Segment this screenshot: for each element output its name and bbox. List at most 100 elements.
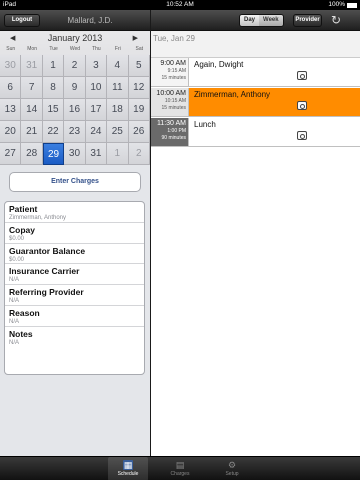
calendar-day[interactable]: 21 xyxy=(21,121,43,143)
calendar-day[interactable]: 4 xyxy=(107,55,129,77)
calendar-day[interactable]: 26 xyxy=(128,121,150,143)
info-row-referring-provider[interactable]: Referring Provider N/A xyxy=(5,285,144,306)
appointment-row-selected[interactable]: 10:00 AM 10:15 AM 15 minutes Zimmerman, … xyxy=(151,88,360,117)
clock: 10:52 AM xyxy=(166,1,194,8)
calendar-day[interactable]: 10 xyxy=(85,77,108,99)
calendar-day[interactable]: 23 xyxy=(64,121,86,143)
calendar-day[interactable]: 7 xyxy=(21,77,43,99)
calculator-icon: ▤ xyxy=(175,460,185,470)
enter-charges-button[interactable]: Enter Charges xyxy=(9,172,141,192)
calendar-day[interactable]: 1 xyxy=(42,55,65,77)
appointment-row[interactable]: 9:00 AM 9:15 AM 15 minutes Again, Dwight xyxy=(151,58,360,87)
camera-icon[interactable] xyxy=(297,101,307,110)
calendar-month-label: January 2013 xyxy=(47,33,103,43)
calendar-day[interactable]: 13 xyxy=(0,99,22,121)
info-row-notes[interactable]: Notes N/A xyxy=(5,327,144,348)
info-value: N/A xyxy=(9,298,20,304)
calendar-day[interactable]: 14 xyxy=(21,99,43,121)
calendar-day[interactable]: 20 xyxy=(0,121,22,143)
battery-percent: 100% xyxy=(328,1,345,8)
info-row-copay[interactable]: Copay $0.00 xyxy=(5,223,144,244)
calendar-day[interactable]: 8 xyxy=(42,77,65,99)
calendar-day[interactable]: 15 xyxy=(42,99,65,121)
info-label: Patient xyxy=(9,204,38,214)
info-row-patient[interactable]: Patient Zimmerman, Anthony xyxy=(5,202,144,223)
calendar-day[interactable]: 3 xyxy=(85,55,108,77)
tab-setup[interactable]: ⚙ Setup xyxy=(212,457,252,480)
weekday-label: Sat xyxy=(135,46,143,52)
calendar-day[interactable]: 2 xyxy=(64,55,86,77)
provider-button[interactable]: Provider xyxy=(293,14,322,27)
battery-indicator: 100% xyxy=(328,0,357,10)
calendar-day[interactable]: 1 xyxy=(107,143,129,165)
weekday-label: Wed xyxy=(69,46,81,52)
weekday-label: Fri xyxy=(114,46,121,52)
calendar-day[interactable]: 22 xyxy=(42,121,65,143)
appointment-body: Lunch xyxy=(189,118,360,146)
weekday-label: Mon xyxy=(27,46,37,52)
calendar-day[interactable]: 30 xyxy=(0,55,22,77)
tab-bar: ▦ Schedule ▤ Charges ⚙ Setup xyxy=(0,456,360,480)
tab-charges[interactable]: ▤ Charges xyxy=(160,457,200,480)
appointment-body: Again, Dwight xyxy=(189,58,360,86)
info-label: Referring Provider xyxy=(9,287,84,297)
calendar-day[interactable]: 25 xyxy=(107,121,129,143)
calendar-day[interactable]: 31 xyxy=(21,55,43,77)
info-value: $0.00 xyxy=(9,256,25,263)
calendar-week: 13 14 15 16 17 18 19 xyxy=(0,99,150,121)
calendar-day[interactable]: 9 xyxy=(64,77,86,99)
week-view-button[interactable]: Week xyxy=(259,15,283,26)
info-value: N/A xyxy=(9,339,20,346)
tab-label: Schedule xyxy=(117,471,139,477)
calendar-day[interactable]: 24 xyxy=(85,121,108,143)
weekday-label: Tue xyxy=(49,46,58,52)
appointment-duration: 15 minutes xyxy=(161,75,186,81)
info-value: N/A xyxy=(9,277,20,284)
schedule-date-header: Tue, Jan 29 xyxy=(151,31,360,58)
calendar-day[interactable]: 17 xyxy=(85,99,108,121)
appointment-duration: 90 minutes xyxy=(161,135,186,141)
info-value: N/A xyxy=(9,318,20,325)
right-nav-bar: Day Week Provider ↻ xyxy=(151,10,360,31)
appointment-time: 11:30 AM 1:00 PM 90 minutes xyxy=(151,118,189,146)
info-label: Notes xyxy=(9,328,33,339)
calendar-day[interactable]: 18 xyxy=(107,99,129,121)
calendar-day[interactable]: 27 xyxy=(0,143,22,165)
tab-label: Setup xyxy=(225,471,239,477)
info-row-guarantor-balance[interactable]: Guarantor Balance $0.00 xyxy=(5,244,144,265)
day-view-button[interactable]: Day xyxy=(240,15,260,26)
tab-schedule[interactable]: ▦ Schedule xyxy=(108,457,148,480)
calendar-day[interactable]: 5 xyxy=(128,55,150,77)
patient-info-panel: Patient Zimmerman, Anthony Copay $0.00 G… xyxy=(4,201,145,375)
appointment-start: 9:00 AM xyxy=(160,60,186,67)
calendar-day[interactable]: 30 xyxy=(64,143,86,165)
calendar-day[interactable]: 31 xyxy=(85,143,108,165)
info-row-reason[interactable]: Reason N/A xyxy=(5,306,144,327)
appointment-end: 10:15 AM xyxy=(164,98,186,104)
gear-icon: ⚙ xyxy=(227,460,237,470)
calendar-day[interactable]: 6 xyxy=(0,77,22,99)
appointment-end: 1:00 PM xyxy=(167,128,186,134)
calendar-day-selected[interactable]: 29 xyxy=(42,143,65,165)
info-label: Guarantor Balance xyxy=(9,245,86,256)
next-month-icon[interactable]: ▶ xyxy=(133,34,138,42)
logout-button[interactable]: Logout xyxy=(4,14,40,27)
calendar-day[interactable]: 2 xyxy=(128,143,150,165)
camera-icon[interactable] xyxy=(297,131,307,140)
camera-icon[interactable] xyxy=(297,71,307,80)
calendar-week: 20 21 22 23 24 25 26 xyxy=(0,121,150,143)
calendar-day[interactable]: 19 xyxy=(128,99,150,121)
appointment-row[interactable]: 11:30 AM 1:00 PM 90 minutes Lunch xyxy=(151,118,360,147)
calendar-day[interactable]: 16 xyxy=(64,99,86,121)
calendar-day[interactable]: 12 xyxy=(128,77,150,99)
appointment-name: Zimmerman, Anthony xyxy=(194,90,271,99)
appointment-end: 9:15 AM xyxy=(167,68,186,74)
info-row-insurance-carrier[interactable]: Insurance Carrier N/A xyxy=(5,264,144,285)
refresh-icon[interactable]: ↻ xyxy=(329,13,343,27)
tab-label: Charges xyxy=(170,471,190,477)
calendar-week: 27 28 29 30 31 1 2 xyxy=(0,143,150,165)
appointment-duration: 15 minutes xyxy=(161,105,186,111)
calendar-day[interactable]: 28 xyxy=(21,143,43,165)
appointment-start: 10:00 AM xyxy=(156,90,186,97)
calendar-day[interactable]: 11 xyxy=(107,77,129,99)
